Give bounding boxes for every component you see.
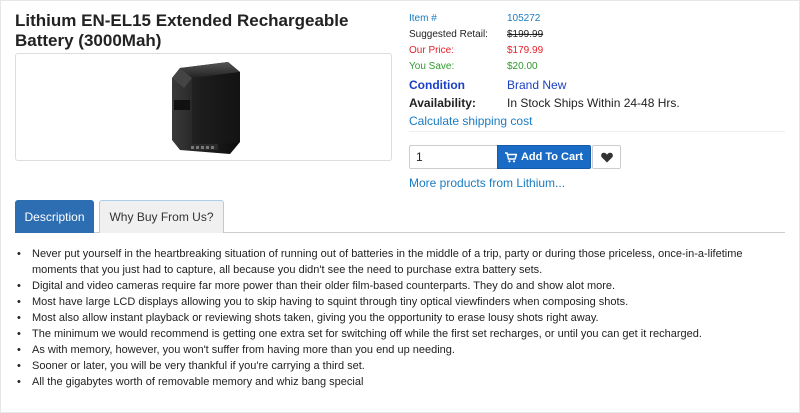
quantity-input[interactable] [409, 145, 497, 169]
add-to-cart-button[interactable]: Add To Cart [497, 145, 591, 169]
you-save-label: You Save: [409, 61, 455, 72]
list-item: As with memory, however, you won't suffe… [15, 342, 785, 358]
tab-description[interactable]: Description [15, 200, 94, 233]
suggested-retail-value: $199.99 [507, 29, 544, 40]
list-item: Never put yourself in the heartbreaking … [15, 246, 785, 278]
condition-label: Condition [409, 78, 465, 92]
list-item: Most have large LCD displays allowing yo… [15, 294, 785, 310]
more-products-link[interactable]: More products from Lithium... [409, 175, 565, 191]
list-item: The minimum we would recommend is gettin… [15, 326, 785, 342]
tab-why-buy[interactable]: Why Buy From Us? [99, 200, 224, 233]
our-price-value: $179.99 [507, 45, 544, 56]
product-details: Item # 105272 Suggested Retail: $199.99 … [409, 12, 789, 129]
product-image-frame[interactable] [15, 53, 392, 161]
wishlist-button[interactable] [592, 145, 621, 169]
suggested-retail-label: Suggested Retail: [409, 29, 488, 40]
item-number-value: 105272 [507, 13, 541, 24]
condition-value: Brand New [507, 78, 567, 92]
list-item: Sooner or later, you will be very thankf… [15, 358, 785, 374]
product-tabs: Description Why Buy From Us? [15, 200, 785, 233]
list-item: All the gigabytes worth of removable mem… [15, 374, 785, 390]
list-item: Most also allow instant playback or revi… [15, 310, 785, 326]
product-title: Lithium EN-EL15 Extended Rechargeable Ba… [15, 11, 349, 50]
item-number-label: Item # [409, 13, 437, 24]
availability-label: Availability: [409, 96, 476, 110]
add-to-cart-label: Add To Cart [520, 151, 584, 163]
availability-value: In Stock Ships Within 24-48 Hrs. [507, 96, 680, 110]
product-image [172, 62, 240, 154]
calculate-shipping-link[interactable]: Calculate shipping cost [409, 113, 789, 129]
list-item: Digital and video cameras require far mo… [15, 278, 785, 294]
details-divider [409, 131, 785, 132]
our-price-label: Our Price: [409, 45, 455, 56]
heart-icon [600, 152, 613, 162]
cart-icon [504, 151, 517, 162]
description-list: Never put yourself in the heartbreaking … [15, 246, 785, 390]
you-save-value: $20.00 [507, 61, 538, 72]
